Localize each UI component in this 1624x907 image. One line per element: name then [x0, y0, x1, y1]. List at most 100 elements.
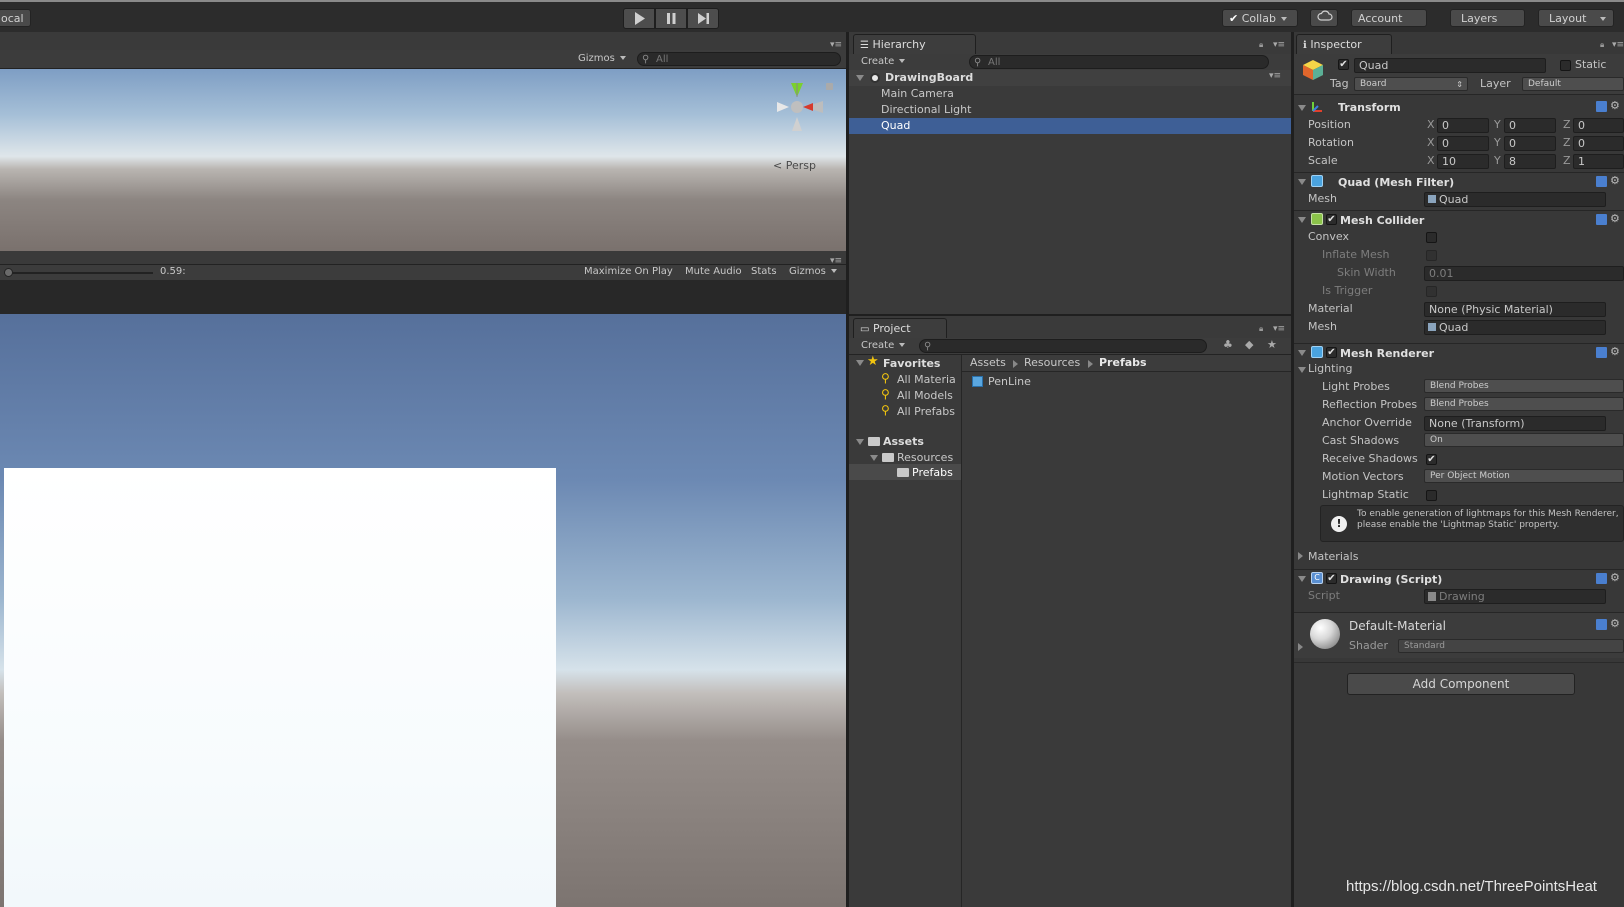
- expand-arrow-icon[interactable]: [1298, 367, 1306, 373]
- scene-search-input[interactable]: ⚲ All: [637, 52, 841, 66]
- hierarchy-scene-row[interactable]: DrawingBoard ▾≡: [849, 70, 1291, 86]
- reflection-probes-dropdown[interactable]: Blend Probes: [1424, 397, 1624, 411]
- expand-arrow-icon[interactable]: [1298, 643, 1303, 651]
- physic-material-field[interactable]: None (Physic Material): [1424, 302, 1606, 317]
- play-button[interactable]: [623, 8, 655, 29]
- maximize-on-play-button[interactable]: Maximize On Play: [584, 266, 673, 277]
- tag-dropdown[interactable]: Board ⇕: [1354, 77, 1468, 91]
- panel-menu-icon[interactable]: ▾≡: [1269, 71, 1281, 81]
- step-button[interactable]: [687, 8, 719, 29]
- scale-x-field[interactable]: 10: [1437, 154, 1489, 169]
- persp-label[interactable]: < Persp: [773, 159, 816, 172]
- add-component-button[interactable]: Add Component: [1347, 673, 1575, 695]
- help-icon[interactable]: [1596, 214, 1607, 225]
- mute-audio-button[interactable]: Mute Audio: [685, 266, 742, 277]
- panel-menu-icon[interactable]: ▾≡: [830, 40, 842, 50]
- pause-button[interactable]: [655, 8, 687, 29]
- prefabs-folder-row[interactable]: Prefabs: [849, 464, 961, 480]
- lighting-foldout[interactable]: Lighting: [1308, 362, 1352, 375]
- convex-checkbox[interactable]: [1426, 232, 1437, 243]
- game-gizmos-dropdown[interactable]: Gizmos: [789, 266, 837, 277]
- position-x-field[interactable]: 0: [1437, 118, 1489, 133]
- project-search-input[interactable]: ⚲: [919, 339, 1207, 353]
- help-icon[interactable]: [1596, 176, 1607, 187]
- motion-vectors-dropdown[interactable]: Per Object Motion: [1424, 469, 1624, 483]
- project-create-dropdown[interactable]: Create: [861, 340, 906, 351]
- expand-arrow-icon[interactable]: [856, 439, 864, 445]
- component-enabled-checkbox[interactable]: ✔: [1326, 573, 1337, 584]
- mesh-filter-mesh-field[interactable]: Quad: [1424, 192, 1606, 207]
- favorite-item[interactable]: All Materia: [897, 373, 956, 386]
- pivot-toggle[interactable]: ocal: [0, 9, 31, 27]
- filter-by-label-icon[interactable]: ◆: [1245, 338, 1253, 351]
- star-icon[interactable]: ★: [1267, 338, 1277, 351]
- lock-icon[interactable]: 🔒︎: [1259, 40, 1263, 50]
- help-icon[interactable]: [1596, 347, 1607, 358]
- breadcrumb-item[interactable]: Prefabs: [1099, 356, 1147, 369]
- static-checkbox[interactable]: [1560, 60, 1571, 71]
- layer-dropdown[interactable]: Default: [1522, 77, 1624, 91]
- breadcrumb-item[interactable]: Resources: [1024, 356, 1080, 369]
- collider-mesh-field[interactable]: Quad: [1424, 320, 1606, 335]
- favorite-item[interactable]: All Models: [897, 389, 953, 402]
- mesh-renderer-header[interactable]: ✔ Mesh Renderer ⚙: [1294, 343, 1624, 362]
- game-viewport[interactable]: [0, 314, 846, 907]
- shader-dropdown[interactable]: Standard: [1398, 639, 1624, 653]
- lock-icon[interactable]: 🔒︎: [1600, 40, 1604, 50]
- gear-icon[interactable]: ⚙: [1610, 174, 1620, 187]
- slider-thumb[interactable]: [4, 268, 13, 277]
- expand-arrow-icon[interactable]: [870, 455, 878, 461]
- component-enabled-checkbox[interactable]: ✔: [1326, 214, 1337, 225]
- scale-z-field[interactable]: 1: [1573, 154, 1624, 169]
- inspector-tab[interactable]: ℹ Inspector: [1296, 34, 1392, 54]
- collab-button[interactable]: ✔ Collab: [1222, 9, 1298, 27]
- anchor-override-field[interactable]: None (Transform): [1424, 416, 1606, 431]
- drawing-board-quad[interactable]: [4, 468, 556, 907]
- hierarchy-tab[interactable]: ☰ Hierarchy: [853, 34, 976, 54]
- light-probes-dropdown[interactable]: Blend Probes: [1424, 379, 1624, 393]
- gear-icon[interactable]: ⚙: [1610, 212, 1620, 225]
- time-scale-slider[interactable]: [4, 268, 153, 277]
- lock-icon[interactable]: 🔒︎: [1259, 324, 1263, 334]
- rotation-z-field[interactable]: 0: [1573, 136, 1624, 151]
- assets-folder[interactable]: Assets: [883, 435, 924, 448]
- skin-width-field[interactable]: 0.01: [1424, 266, 1624, 281]
- help-icon[interactable]: [1596, 573, 1607, 584]
- layout-dropdown[interactable]: Layout: [1538, 9, 1614, 27]
- hierarchy-item[interactable]: Main Camera: [849, 86, 1291, 102]
- panel-menu-icon[interactable]: ▾≡: [1273, 324, 1285, 334]
- expand-arrow-icon[interactable]: [1298, 552, 1303, 560]
- help-icon[interactable]: [1596, 619, 1607, 630]
- hierarchy-item[interactable]: Directional Light: [849, 102, 1291, 118]
- scene-gizmo[interactable]: [767, 79, 827, 149]
- filter-by-type-icon[interactable]: ♣: [1223, 338, 1233, 351]
- position-z-field[interactable]: 0: [1573, 118, 1624, 133]
- account-dropdown[interactable]: Account: [1351, 9, 1427, 39]
- rotation-x-field[interactable]: 0: [1437, 136, 1489, 151]
- scene-gizmos-dropdown[interactable]: Gizmos: [578, 53, 626, 64]
- help-icon[interactable]: [1596, 101, 1607, 112]
- project-tab[interactable]: ▭ Project: [853, 318, 947, 338]
- stats-button[interactable]: Stats: [751, 266, 777, 277]
- resources-folder[interactable]: Resources: [897, 451, 953, 464]
- breadcrumb-item[interactable]: Assets: [970, 356, 1006, 369]
- scene-lock-icon[interactable]: [826, 83, 833, 90]
- materials-foldout[interactable]: Materials: [1308, 550, 1358, 563]
- receive-shadows-checkbox[interactable]: ✔: [1426, 454, 1437, 465]
- panel-menu-icon[interactable]: ▾≡: [1273, 40, 1285, 50]
- mesh-collider-header[interactable]: ✔ Mesh Collider ⚙: [1294, 210, 1624, 229]
- transform-header[interactable]: Transform ⚙: [1294, 99, 1624, 117]
- script-field[interactable]: Drawing: [1424, 589, 1606, 604]
- component-enabled-checkbox[interactable]: ✔: [1326, 347, 1337, 358]
- gear-icon[interactable]: ⚙: [1610, 345, 1620, 358]
- layers-dropdown[interactable]: Layers: [1450, 9, 1525, 39]
- position-y-field[interactable]: 0: [1504, 118, 1556, 133]
- scale-y-field[interactable]: 8: [1504, 154, 1556, 169]
- is-trigger-checkbox[interactable]: [1426, 286, 1437, 297]
- cloud-button[interactable]: [1310, 9, 1338, 27]
- hierarchy-item-selected[interactable]: Quad: [849, 118, 1291, 134]
- rotation-y-field[interactable]: 0: [1504, 136, 1556, 151]
- scene-viewport[interactable]: < Persp: [0, 69, 846, 251]
- expand-arrow-icon[interactable]: [856, 360, 864, 366]
- drawing-script-header[interactable]: C ✔ Drawing (Script) ⚙: [1294, 569, 1624, 588]
